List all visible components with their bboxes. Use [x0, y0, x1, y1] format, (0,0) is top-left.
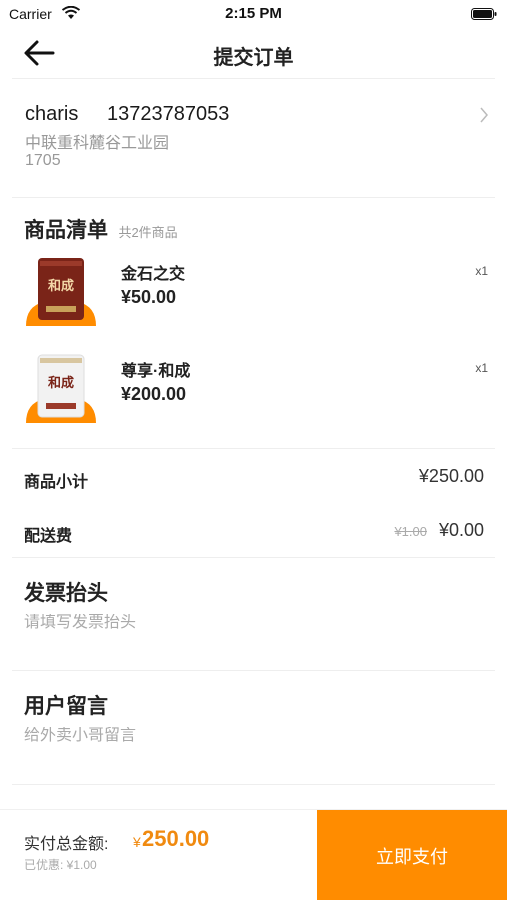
product-image: 和成: [26, 354, 96, 423]
recipient-name: charis: [25, 103, 79, 125]
divider: [12, 78, 495, 79]
divider: [12, 670, 495, 671]
recipient-phone: 13723787053: [107, 103, 230, 125]
address-card[interactable]: charis 13723787053 中联重科麓谷工业园 1705: [0, 80, 507, 196]
divider: [12, 448, 495, 449]
delivery-fee-value: ¥0.00: [438, 520, 484, 540]
invoice-title: 发票抬头: [24, 582, 108, 605]
chevron-right-icon: [480, 107, 488, 123]
delivery-fee-original: ¥1.00: [394, 524, 427, 539]
divider: [12, 784, 495, 785]
address-detail: 1705: [25, 152, 61, 169]
page-title: 提交订单: [213, 47, 294, 69]
total-label: 实付总金额:: [24, 836, 109, 853]
product-quantity: x1: [475, 361, 488, 375]
pay-now-button[interactable]: 立即支付: [317, 810, 507, 900]
message-input[interactable]: [24, 727, 484, 745]
goods-header: 商品清单 共2件商品: [24, 214, 178, 244]
product-price: ¥50.00: [121, 287, 177, 307]
goods-item[interactable]: 和成 金石之交 ¥50.00 x1: [0, 256, 507, 336]
message-section: 用户留言: [0, 690, 507, 790]
message-title: 用户留言: [24, 695, 108, 718]
nav-bar: 提交订单: [0, 28, 507, 78]
product-name: 金石之交: [121, 266, 186, 283]
status-time: 2:15 PM: [225, 5, 282, 22]
goods-list-title: 商品清单: [24, 219, 108, 242]
total-currency: ¥: [133, 834, 141, 850]
product-quantity: x1: [475, 264, 488, 278]
product-image: 和成: [26, 258, 96, 326]
svg-text:和成: 和成: [48, 375, 74, 391]
svg-text:和成: 和成: [48, 278, 74, 294]
subtotal-label: 商品小计: [24, 474, 89, 491]
divider: [12, 197, 495, 198]
product-name: 尊享·和成: [121, 363, 191, 380]
delivery-fee-row: 配送费 ¥1.00 ¥0.00: [0, 512, 507, 552]
divider: [12, 557, 495, 558]
total-amount: 250.00: [142, 826, 210, 851]
status-bar: Carrier 2:15 PM: [0, 0, 507, 28]
battery-icon: [471, 8, 497, 20]
product-price: ¥200.00: [121, 384, 187, 404]
checkout-bar: 实付总金额: ¥ 250.00 已优惠: ¥1.00 立即支付: [0, 809, 507, 900]
discount-text: 已优惠: ¥1.00: [24, 858, 97, 872]
goods-item[interactable]: 和成 尊享·和成 ¥200.00 x1: [0, 353, 507, 433]
address-line: 中联重科麓谷工业园: [25, 135, 170, 152]
invoice-section: 发票抬头: [0, 577, 507, 677]
delivery-fee-label: 配送费: [24, 528, 73, 545]
subtotal-value: ¥250.00: [418, 466, 484, 486]
goods-count: 共2件商品: [118, 225, 178, 240]
subtotal-row: 商品小计 ¥250.00: [0, 458, 507, 498]
invoice-input[interactable]: [24, 614, 484, 632]
